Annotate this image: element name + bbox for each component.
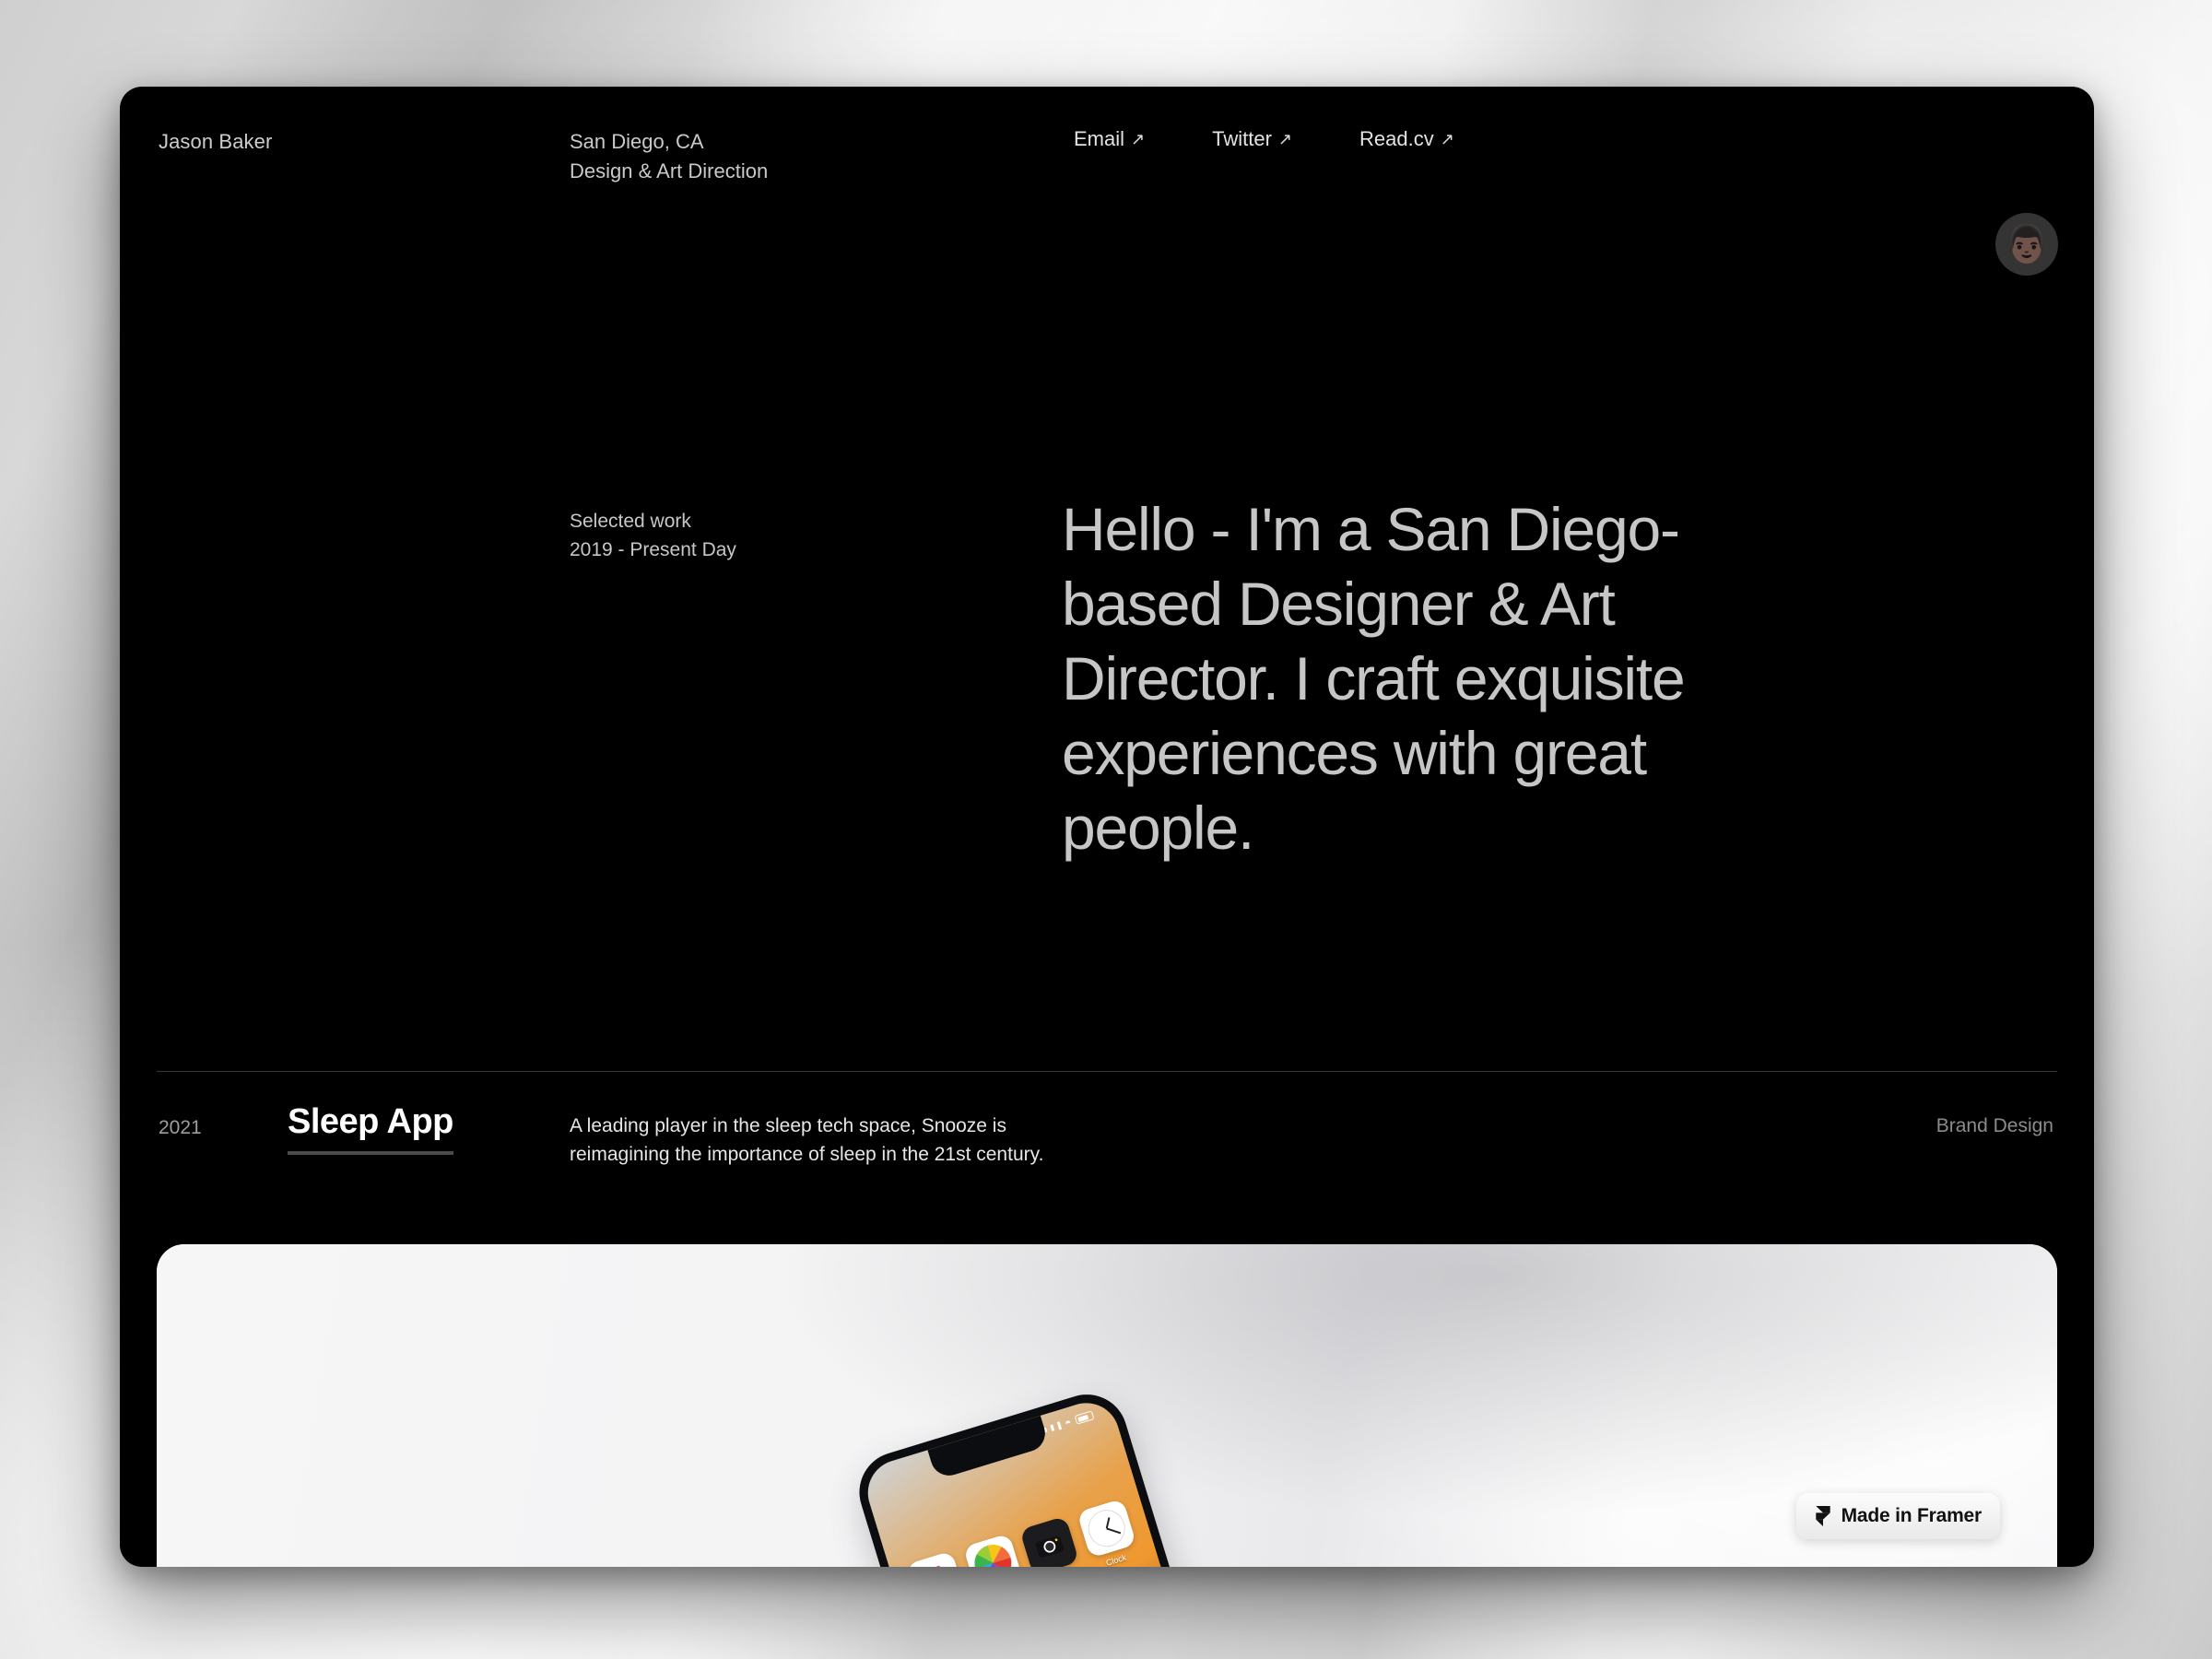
header-location-city: San Diego, CA <box>570 130 704 153</box>
nav-link-email-label: Email <box>1074 127 1125 150</box>
project-title-wrap: Sleep App <box>288 1102 453 1155</box>
hero-headline: Hello - I'm a San Diego-based Designer &… <box>1062 495 1686 862</box>
clock-icon <box>1077 1498 1136 1559</box>
nav-link-readcv-label: Read.cv <box>1359 127 1434 150</box>
photos-flower-shape <box>970 1540 1017 1567</box>
arrow-up-right-icon: ↗ <box>1440 130 1454 148</box>
nav-link-twitter-label: Twitter <box>1212 127 1272 150</box>
photos-icon <box>962 1533 1023 1567</box>
nav-link-twitter[interactable]: Twitter ↗ <box>1212 127 1292 151</box>
project-image-card[interactable]: ◓ 11:25 SAT 25 Calendar <box>157 1244 2057 1567</box>
app-camera: Camera <box>1018 1515 1086 1567</box>
clock-minute-hand <box>1106 1527 1121 1534</box>
header-location-role: Design & Art Direction <box>570 159 769 182</box>
hero-meta-line2: 2019 - Present Day <box>570 539 736 560</box>
project-description: A leading player in the sleep tech space… <box>570 1115 1044 1165</box>
memoji-avatar-icon: 👨🏿 <box>2004 224 2050 265</box>
camera-icon <box>1019 1515 1080 1567</box>
clock-face <box>1083 1505 1130 1552</box>
hero-meta: Selected work 2019 - Present Day <box>570 507 736 564</box>
battery-icon <box>1074 1410 1095 1425</box>
signal-icon <box>1049 1423 1054 1431</box>
calendar-weekday: SAT <box>924 1564 942 1567</box>
hero-meta-line1: Selected work <box>570 511 691 532</box>
app-label-clock: Clock <box>1104 1552 1128 1567</box>
nav-link-readcv[interactable]: Read.cv ↗ <box>1359 127 1454 151</box>
section-divider <box>157 1071 2057 1072</box>
project-year: 2021 <box>159 1117 202 1138</box>
site-window: Jason Baker San Diego, CA Design & Art D… <box>120 87 2094 1567</box>
wifi-icon: ◓ <box>1063 1415 1074 1430</box>
project-title-link[interactable]: Sleep App <box>288 1102 453 1155</box>
arrow-up-right-icon: ↗ <box>1277 130 1292 148</box>
made-in-framer-label: Made in Framer <box>1841 1505 1983 1526</box>
signal-icon <box>1056 1420 1062 1430</box>
site-header: Jason Baker San Diego, CA Design & Art D… <box>120 87 2094 289</box>
brand-name: Jason Baker <box>159 130 273 153</box>
project-category: Brand Design <box>1936 1115 2053 1136</box>
arrow-up-right-icon: ↗ <box>1131 130 1146 148</box>
status-icons: ◓ <box>1041 1408 1095 1436</box>
app-clock: Clock <box>1075 1498 1143 1567</box>
nav-link-email[interactable]: Email ↗ <box>1074 127 1145 151</box>
framer-logo-icon <box>1815 1506 1830 1526</box>
header-location-block: San Diego, CA Design & Art Direction <box>570 127 768 186</box>
made-in-framer-badge[interactable]: Made in Framer <box>1795 1493 2000 1539</box>
avatar[interactable]: 👨🏿 <box>1995 213 2058 276</box>
app-photos: Photos <box>961 1533 1030 1567</box>
phone-app-grid: SAT 25 Calendar Photos <box>890 1493 1157 1567</box>
header-nav: Email ↗ Twitter ↗ Read.cv ↗ <box>1074 127 1454 151</box>
calendar-icon: SAT 25 <box>905 1550 966 1567</box>
